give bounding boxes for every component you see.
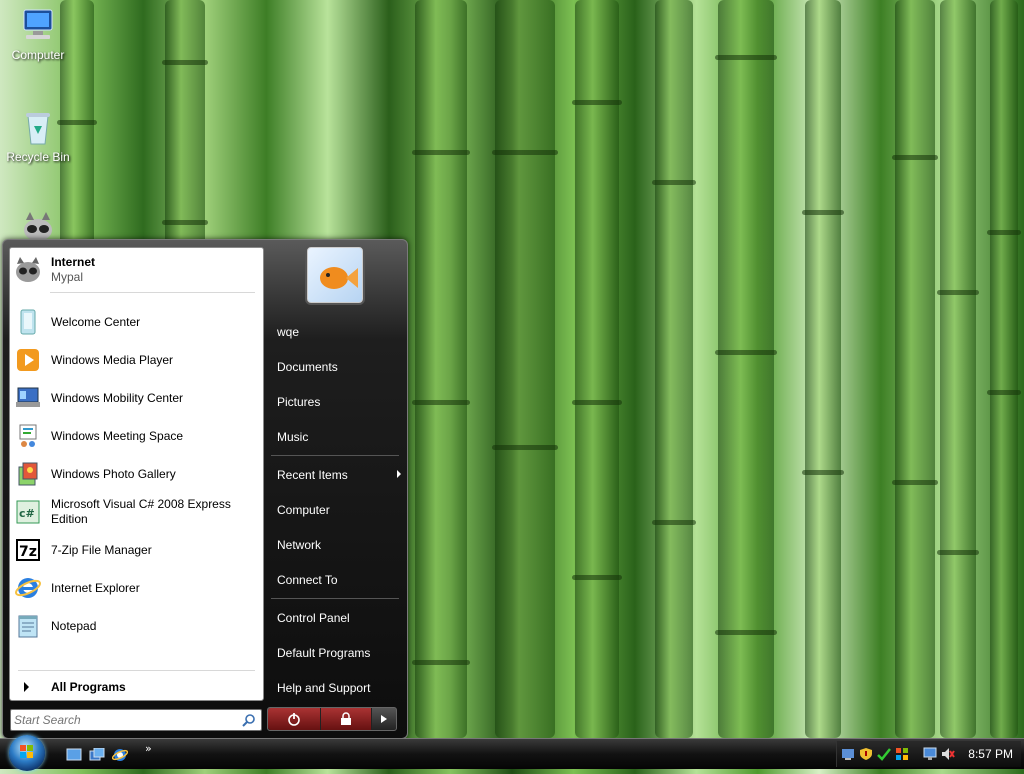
desktop-icon-computer[interactable]: Computer	[6, 6, 70, 62]
notepad-icon	[14, 612, 42, 640]
meeting-space-icon	[14, 422, 42, 450]
welcome-center-icon	[14, 308, 42, 336]
bamboo-stalk	[572, 0, 622, 738]
shutdown-options-button[interactable]	[372, 708, 396, 730]
pinned-internet-mypal[interactable]: Internet Mypal	[14, 252, 259, 288]
desktop-icon-mypal[interactable]	[6, 210, 70, 241]
program-visual-csharp[interactable]: c# Microsoft Visual C# 2008 Express Edit…	[14, 495, 259, 529]
svg-text:7z: 7z	[19, 544, 37, 560]
music-link[interactable]: Music	[269, 423, 407, 451]
show-desktop-icon[interactable]	[66, 748, 82, 762]
power-button[interactable]	[268, 708, 321, 730]
right-separator	[271, 455, 399, 456]
bamboo-stalk	[937, 0, 979, 738]
connect-to-link[interactable]: Connect To	[269, 566, 407, 594]
windows-logo-icon	[20, 745, 33, 758]
all-programs-button[interactable]: All Programs	[16, 678, 256, 696]
bamboo-stalk	[652, 0, 696, 738]
arrow-right-icon	[381, 715, 387, 723]
help-and-support-link[interactable]: Help and Support	[269, 674, 407, 702]
program-label: Microsoft Visual C# 2008 Express Edition	[51, 497, 231, 526]
seven-zip-icon: 7z	[14, 536, 42, 564]
program-label: Windows Mobility Center	[51, 390, 184, 405]
program-windows-meeting-space[interactable]: Windows Meeting Space	[14, 419, 259, 453]
documents-link[interactable]: Documents	[269, 353, 407, 381]
mobility-center-icon	[14, 384, 42, 412]
system-clock[interactable]: 8:57 PM	[968, 747, 1013, 761]
program-windows-photo-gallery[interactable]: Windows Photo Gallery	[14, 457, 259, 491]
goldfish-icon	[320, 267, 358, 289]
media-player-icon	[14, 346, 42, 374]
security-shield-icon[interactable]	[859, 747, 873, 761]
default-programs-link[interactable]: Default Programs	[269, 639, 407, 667]
pinned-subtitle: Mypal	[51, 270, 84, 284]
internet-explorer-icon[interactable]	[111, 748, 129, 762]
program-label: Windows Media Player	[51, 352, 174, 367]
recent-items-label: Recent Items	[277, 468, 348, 482]
start-menu: Internet Mypal Welcome Center Windows Me…	[2, 239, 408, 739]
program-label: Windows Meeting Space	[51, 428, 184, 443]
start-search-box[interactable]	[10, 709, 262, 731]
volume-muted-icon[interactable]	[941, 747, 955, 761]
switch-windows-icon[interactable]	[89, 747, 105, 762]
display-icon[interactable]	[923, 747, 937, 761]
program-windows-media-player[interactable]: Windows Media Player	[14, 343, 259, 377]
program-label: 7-Zip File Manager	[51, 542, 152, 557]
program-label: Notepad	[51, 618, 97, 633]
user-picture[interactable]	[307, 247, 363, 303]
search-icon[interactable]	[242, 713, 256, 727]
network-icon[interactable]	[841, 747, 855, 761]
bamboo-stalk	[892, 0, 938, 738]
program-notepad[interactable]: Notepad	[14, 609, 259, 643]
arrow-right-icon	[397, 470, 401, 478]
computer-link[interactable]: Computer	[269, 496, 407, 524]
network-link[interactable]: Network	[269, 531, 407, 559]
lock-button[interactable]	[321, 708, 372, 730]
all-programs-label: All Programs	[51, 680, 126, 694]
svg-text:c#: c#	[19, 507, 35, 520]
program-7zip[interactable]: 7z 7-Zip File Manager	[14, 533, 259, 567]
all-programs-separator	[18, 670, 255, 671]
bamboo-stalk	[492, 0, 558, 738]
control-panel-link[interactable]: Control Panel	[269, 604, 407, 632]
mypal-raccoon-icon	[14, 256, 42, 284]
program-windows-mobility-center[interactable]: Windows Mobility Center	[14, 381, 259, 415]
internet-explorer-icon	[14, 574, 42, 602]
user-folder-link[interactable]: wqe	[269, 318, 407, 346]
recycle-bin-icon	[18, 108, 58, 148]
recent-items-menu[interactable]: Recent Items	[269, 461, 407, 489]
desktop-icon-recycle-bin[interactable]: Recycle Bin	[6, 108, 70, 164]
power-bar	[267, 707, 397, 731]
notification-area: 8:57 PM	[836, 741, 1021, 767]
power-icon	[288, 713, 300, 726]
pinned-separator	[50, 292, 255, 293]
taskbar: » 8:57 PM	[0, 735, 1024, 771]
pinned-title: Internet	[51, 255, 96, 269]
arrow-right-icon	[24, 682, 29, 692]
program-label: Internet Explorer	[51, 580, 140, 595]
lock-icon	[341, 712, 351, 725]
pictures-link[interactable]: Pictures	[269, 388, 407, 416]
windows-update-icon[interactable]	[895, 747, 909, 761]
photo-gallery-icon	[14, 460, 42, 488]
bamboo-stalk	[987, 0, 1021, 738]
program-label: Windows Photo Gallery	[51, 466, 176, 481]
right-separator	[271, 598, 399, 599]
program-label: Welcome Center	[51, 314, 141, 329]
bamboo-stalk	[802, 0, 844, 738]
search-input[interactable]	[14, 712, 234, 728]
bamboo-stalk	[412, 0, 470, 738]
quick-launch-overflow-button[interactable]: »	[145, 742, 152, 755]
bamboo-stalk	[715, 0, 777, 738]
computer-icon	[18, 6, 58, 46]
desktop-icon-label: Recycle Bin	[6, 150, 70, 164]
program-internet-explorer[interactable]: Internet Explorer	[14, 571, 259, 605]
programs-pane: Internet Mypal Welcome Center Windows Me…	[9, 247, 264, 701]
program-welcome-center[interactable]: Welcome Center	[14, 305, 259, 339]
update-icon[interactable]	[877, 747, 891, 761]
desktop-icon-label: Computer	[11, 48, 65, 62]
visual-csharp-icon: c#	[14, 498, 42, 526]
start-button[interactable]	[9, 735, 45, 771]
